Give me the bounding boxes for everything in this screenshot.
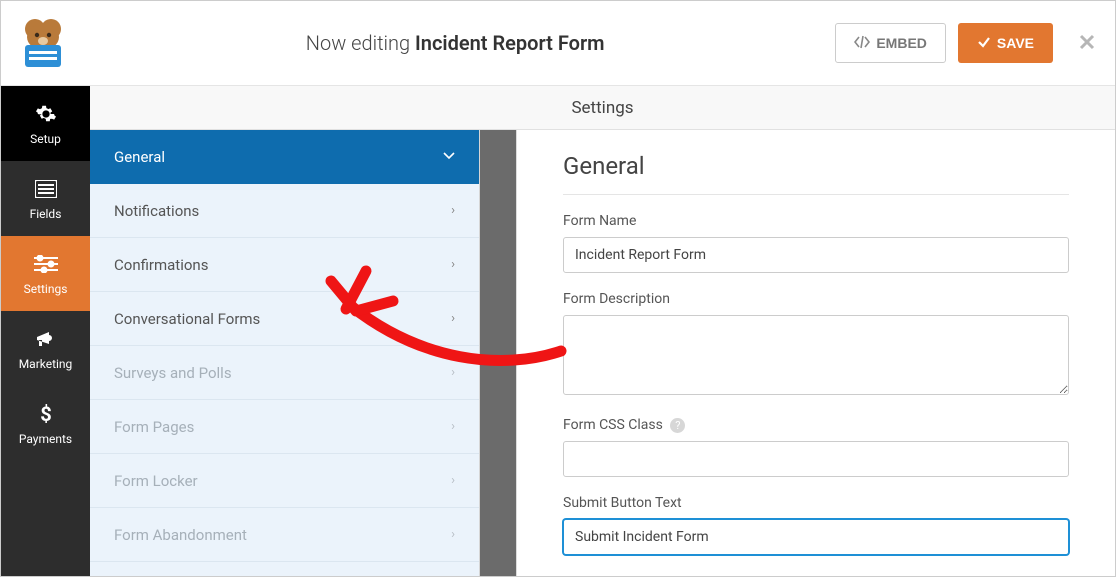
field-submit-text: Submit Button Text [563,495,1069,555]
snav-abandonment[interactable]: Form Abandonment › [90,508,479,562]
rail-marketing[interactable]: Marketing [1,311,90,386]
form-desc-label: Form Description [563,291,1069,307]
app-logo [11,11,75,75]
code-icon [854,35,870,52]
settings-nav[interactable]: General Notifications › Confirmations › … [90,130,480,576]
form-title-text: Incident Report Form [415,31,605,55]
top-bar: Now editing Incident Report Form EMBED S… [1,1,1115,86]
form-css-label: Form CSS Class ? [563,417,1069,433]
svg-text:$: $ [40,403,51,425]
snav-pages[interactable]: Form Pages › [90,400,479,454]
snav-confirmations[interactable]: Confirmations › [90,238,479,292]
chevron-down-icon [443,149,455,164]
form-area: General Form Name Form Description Form … [516,130,1115,576]
snav-general[interactable]: General [90,130,479,184]
dollar-icon: $ [34,402,58,426]
field-form-css: Form CSS Class ? [563,417,1069,477]
chevron-right-icon: › [451,527,455,542]
form-name-input[interactable] [563,237,1069,273]
bullhorn-icon [34,327,58,351]
rail-payments[interactable]: $ Payments [1,386,90,461]
sliders-icon [34,252,58,276]
snav-notifications[interactable]: Notifications › [90,184,479,238]
chevron-right-icon: › [451,419,455,434]
rail-fields[interactable]: Fields [1,161,90,236]
chevron-right-icon: › [451,473,455,488]
check-icon [977,35,991,52]
snav-confirmations-label: Confirmations [114,256,208,274]
snav-conversational[interactable]: Conversational Forms › [90,292,479,346]
snav-general-label: General [114,148,165,166]
main: Setup Fields Settings Marketing $ Paymen… [1,86,1115,576]
chevron-right-icon: › [451,311,455,326]
left-rail: Setup Fields Settings Marketing $ Paymen… [1,86,90,576]
chevron-right-icon: › [451,257,455,272]
snav-pages-label: Form Pages [114,418,194,436]
help-icon[interactable]: ? [670,418,685,433]
save-label: SAVE [997,35,1034,51]
rail-payments-label: Payments [19,432,72,446]
center-panel: Settings General Notifications › Confirm… [90,86,1115,576]
rail-settings[interactable]: Settings [1,236,90,311]
embed-button[interactable]: EMBED [835,23,946,63]
form-name-label: Form Name [563,213,1069,229]
form-heading: General [563,152,1069,195]
snav-notifications-label: Notifications [114,202,199,220]
snav-locker[interactable]: Form Locker › [90,454,479,508]
list-icon [34,177,58,201]
snav-conversational-label: Conversational Forms [114,310,260,328]
chevron-right-icon: › [451,365,455,380]
snav-surveys-label: Surveys and Polls [114,364,232,382]
snav-abandonment-label: Form Abandonment [114,526,247,544]
rail-marketing-label: Marketing [19,357,73,371]
submit-text-input[interactable] [563,519,1069,555]
panel-title: Settings [90,86,1115,130]
rail-settings-label: Settings [24,282,68,296]
rail-fields-label: Fields [30,207,62,221]
form-desc-input[interactable] [563,315,1069,395]
field-form-name: Form Name [563,213,1069,273]
form-css-input[interactable] [563,441,1069,477]
page-title: Now editing Incident Report Form [75,31,835,55]
panel-body: General Notifications › Confirmations › … [90,130,1115,576]
form-css-label-text: Form CSS Class [563,417,663,433]
field-form-desc: Form Description [563,291,1069,399]
rail-setup[interactable]: Setup [1,86,90,161]
chevron-right-icon: › [451,203,455,218]
editing-prefix: Now editing [306,31,410,55]
snav-surveys[interactable]: Surveys and Polls › [90,346,479,400]
gap-strip [480,130,516,576]
embed-label: EMBED [876,35,927,51]
top-actions: EMBED SAVE [835,23,1095,63]
gear-icon [34,102,58,126]
rail-setup-label: Setup [30,132,61,146]
save-button[interactable]: SAVE [958,23,1053,63]
submit-text-label: Submit Button Text [563,495,1069,511]
snav-locker-label: Form Locker [114,472,198,490]
close-icon[interactable] [1079,31,1095,56]
